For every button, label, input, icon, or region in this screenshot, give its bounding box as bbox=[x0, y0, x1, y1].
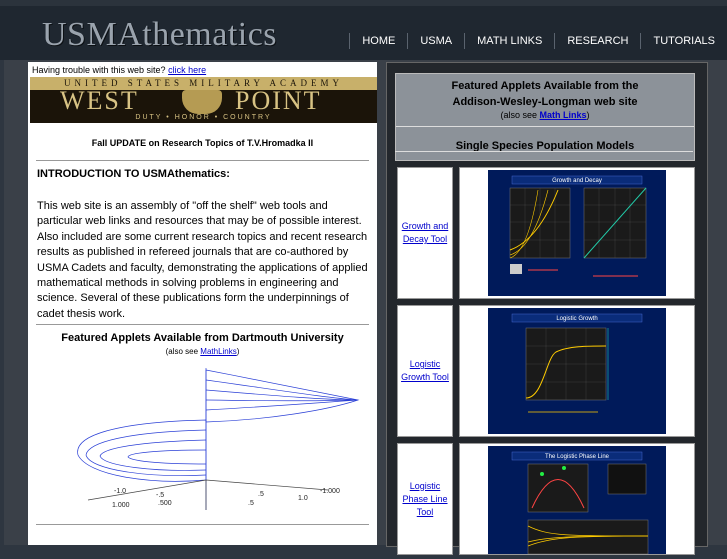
plot-wireframe-line bbox=[205, 399, 359, 402]
featured-box: Featured Applets Available from the Addi… bbox=[395, 73, 695, 161]
logistic-growth-applet-cell: Logistic Growth bbox=[459, 305, 695, 437]
banner-motto: DUTY • HONOR • COUNTRY bbox=[135, 114, 272, 121]
nav-math-links[interactable]: MATH LINKS bbox=[464, 33, 554, 49]
plot-tick: .5 bbox=[248, 500, 254, 507]
plot-tick: -.5 bbox=[156, 492, 164, 499]
dartmouth-sub-post: ) bbox=[236, 347, 240, 356]
growth-decay-applet-graphic: Growth and Decay bbox=[509, 175, 647, 277]
mathlinks-link[interactable]: MathLinks bbox=[200, 347, 236, 356]
plot-wireframe-line bbox=[127, 449, 207, 465]
logistic-phase-line-link[interactable]: Logistic Phase Line Tool bbox=[398, 480, 452, 519]
logistic-growth-cell: Logistic Growth Tool bbox=[397, 305, 453, 437]
banner-word-point: POINT bbox=[235, 86, 322, 115]
divider bbox=[36, 160, 369, 161]
crest-icon bbox=[182, 90, 222, 114]
plot-wireframe-line bbox=[205, 389, 359, 401]
logistic-growth-applet[interactable]: Logistic Growth bbox=[488, 308, 666, 434]
dartmouth-sub-pre: (also see bbox=[165, 347, 199, 356]
banner-word-west: WEST bbox=[60, 86, 139, 115]
nav-home[interactable]: HOME bbox=[349, 33, 407, 49]
intro-body: This web site is an assembly of "off the… bbox=[37, 200, 368, 320]
growth-decay-link[interactable]: Growth and Decay Tool bbox=[398, 220, 452, 246]
plot-tick: 1.0 bbox=[298, 495, 308, 502]
plot-tick: .500 bbox=[158, 500, 172, 507]
click-here-link[interactable]: click here bbox=[168, 65, 206, 75]
featured-line-2: Addison-Wesley-Longman web site bbox=[452, 96, 638, 108]
trouble-notice: Having trouble with this web site? click… bbox=[32, 65, 206, 75]
featured-sub-pre: (also see bbox=[500, 110, 537, 120]
growth-decay-cell: Growth and Decay Tool bbox=[397, 167, 453, 299]
trouble-text: Having trouble with this web site? bbox=[32, 65, 166, 75]
site-logo[interactable]: USMAthematics bbox=[42, 16, 277, 54]
growth-decay-applet[interactable]: Growth and Decay bbox=[488, 170, 666, 296]
logistic-phase-line-cell: Logistic Phase Line Tool bbox=[397, 443, 453, 555]
logistic-phase-line-applet-graphic: The Logistic Phase Line bbox=[511, 451, 649, 555]
top-bar: USMAthematics HOME USMA MATH LINKS RESEA… bbox=[0, 0, 727, 60]
logistic-phase-line-applet-cell: The Logistic Phase Line bbox=[459, 443, 695, 555]
featured-sub-post: ) bbox=[586, 110, 590, 120]
plot-wireframe-line bbox=[99, 439, 207, 471]
nav-tutorials[interactable]: TUTORIALS bbox=[640, 33, 727, 49]
plot-wireframe-line bbox=[205, 399, 359, 411]
divider bbox=[36, 524, 369, 525]
surface-plot[interactable]: -1.0 -.5 .5 1.0 1.000 .500 -1.000 .5 bbox=[28, 360, 377, 525]
logistic-phase-line-applet[interactable]: The Logistic Phase Line bbox=[488, 446, 666, 555]
applet-title: The Logistic Phase Line bbox=[545, 454, 610, 460]
plot-tick: -1.0 bbox=[114, 488, 126, 495]
top-divider bbox=[0, 0, 727, 6]
plot-wireframe-line bbox=[205, 379, 359, 401]
left-panel: Having trouble with this web site? click… bbox=[28, 62, 377, 545]
logistic-growth-applet-graphic: Logistic Growth bbox=[511, 313, 643, 413]
main-nav: HOME USMA MATH LINKS RESEARCH TUTORIALS bbox=[349, 33, 727, 49]
growth-decay-applet-cell: Growth and Decay bbox=[459, 167, 695, 299]
logistic-growth-link[interactable]: Logistic Growth Tool bbox=[398, 358, 452, 384]
plot-tick: -1.000 bbox=[320, 488, 340, 495]
divider bbox=[36, 324, 369, 325]
divider bbox=[395, 151, 693, 152]
plot-tick: 1.000 bbox=[112, 502, 130, 509]
plot-tick: .5 bbox=[258, 491, 264, 498]
math-links-link[interactable]: Math Links bbox=[540, 110, 587, 120]
dartmouth-heading: Featured Applets Available from Dartmout… bbox=[61, 332, 344, 344]
west-point-banner: UNITED STATES MILITARY ACADEMY WEST POIN… bbox=[30, 77, 377, 123]
featured-subtitle: (also see Math Links) bbox=[396, 110, 694, 120]
featured-heading: Featured Applets Available from the Addi… bbox=[396, 78, 694, 110]
divider bbox=[396, 126, 694, 127]
update-title[interactable]: Fall UPDATE on Research Topics of T.V.Hr… bbox=[28, 138, 377, 148]
plot-wireframe-lower bbox=[77, 419, 207, 482]
dartmouth-subtitle: (also see MathLinks) bbox=[28, 347, 377, 356]
right-panel: Featured Applets Available from the Addi… bbox=[386, 62, 708, 555]
nav-usma[interactable]: USMA bbox=[407, 33, 464, 49]
nav-research[interactable]: RESEARCH bbox=[554, 33, 640, 49]
featured-line-1: Featured Applets Available from the bbox=[451, 80, 639, 92]
applet-title: Logistic Growth bbox=[556, 316, 597, 322]
intro-heading: INTRODUCTION TO USMAthematics: bbox=[37, 168, 230, 180]
applet-title: Growth and Decay bbox=[552, 178, 602, 184]
